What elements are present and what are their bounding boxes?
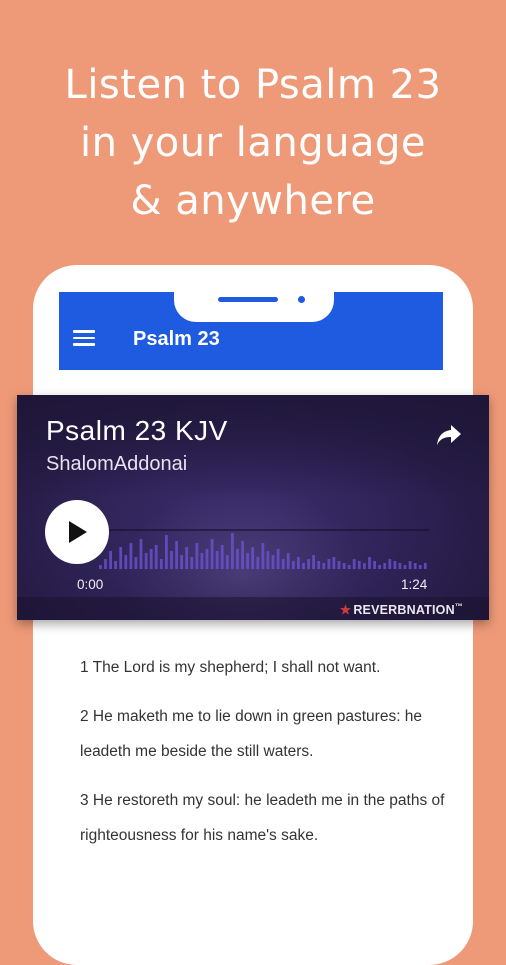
waveform-bar [418, 565, 422, 569]
verse: 2 He maketh me to lie down in green past… [80, 708, 423, 760]
waveform-bar [129, 543, 133, 569]
waveform-bar [261, 543, 265, 569]
waveform-bar [190, 557, 194, 569]
hamburger-menu-icon[interactable] [73, 330, 95, 346]
waveform-bar [246, 553, 249, 569]
reverbnation-logo[interactable]: ★ REVERBNATION™ [340, 602, 463, 617]
waveform-bar [413, 563, 417, 569]
waveform-bar [165, 535, 168, 569]
verse: 3 He restoreth my soul: he leadeth me in… [80, 792, 445, 844]
waveform-bar [332, 557, 336, 569]
waveform-bar [312, 555, 315, 569]
promo-line-2: in your language [79, 120, 427, 166]
play-icon [69, 521, 87, 543]
promo-line-3: & anywhere [130, 178, 376, 224]
waveform-bar [281, 559, 285, 569]
promo-line-1: Listen to Psalm 23 [64, 62, 442, 108]
front-camera [298, 296, 305, 303]
waveform-bar [215, 551, 219, 569]
waveform-bar [241, 541, 244, 569]
waveform-bar [200, 553, 204, 569]
waveform-bar [180, 555, 183, 569]
waveform-bar [159, 559, 163, 569]
waveform-bar [322, 563, 326, 569]
waveform-bar [134, 557, 138, 569]
psalm-text: 1 The Lord is my shepherd; I shall not w… [80, 650, 460, 853]
waveform-bar [109, 551, 112, 569]
waveform-bar [149, 549, 153, 569]
waveform-bar [363, 563, 366, 569]
waveform-bar [302, 563, 305, 569]
waveform-bar [342, 563, 346, 569]
app-bar-title: Psalm 23 [133, 328, 220, 350]
waveform-bar [347, 565, 351, 569]
waveform-bar [368, 557, 371, 569]
speaker-grille [218, 297, 278, 302]
total-time: 1:24 [401, 577, 428, 592]
waveform-bar [357, 561, 361, 569]
waveform-bar [220, 545, 224, 569]
waveform-bar [408, 561, 412, 569]
waveform-bar [195, 543, 199, 569]
waveform-bar [99, 565, 102, 569]
waveform-bar [327, 559, 331, 569]
waveform-bar [337, 561, 341, 569]
waveform-bar [266, 551, 270, 569]
waveform-bar [251, 547, 255, 569]
phone-notch [174, 292, 334, 322]
waveform-bar [119, 547, 123, 569]
waveform-bar [393, 561, 397, 569]
verse: 1 The Lord is my shepherd; I shall not w… [80, 659, 381, 676]
waveform-bar [317, 561, 321, 569]
waveform-bar [388, 559, 392, 569]
waveform-bar [175, 541, 178, 569]
waveform-bar [307, 559, 310, 569]
waveform-bar [124, 555, 128, 569]
waveform-bar [104, 559, 107, 569]
audio-player: Psalm 23 KJV ShalomAddonai 0:00 1:24 ★ RE… [17, 395, 489, 620]
waveform-bar [185, 547, 189, 569]
play-button[interactable] [45, 500, 109, 564]
waveform-bar [403, 565, 407, 569]
waveform-bar [144, 553, 148, 569]
waveform-bar [373, 561, 376, 569]
waveform-bar [297, 557, 300, 569]
waveform-bar [154, 545, 158, 569]
waveform-bar [210, 539, 214, 569]
waveform[interactable] [99, 527, 429, 577]
waveform-bar [231, 533, 234, 569]
waveform-bar [286, 553, 290, 569]
waveform-bar [139, 539, 143, 569]
waveform-bar [423, 563, 427, 569]
share-icon[interactable] [435, 423, 463, 447]
waveform-bar [205, 549, 209, 569]
star-icon: ★ [339, 603, 352, 618]
promo-headline: Listen to Psalm 23 in your language & an… [0, 56, 506, 230]
waveform-bar [291, 561, 295, 569]
waveform-bar [256, 557, 260, 569]
waveform-bar [378, 565, 381, 569]
waveform-bar [276, 549, 280, 569]
waveform-bar [383, 563, 387, 569]
waveform-bar [170, 551, 173, 569]
waveform-bar [271, 555, 275, 569]
waveform-bar [225, 555, 229, 569]
current-time: 0:00 [77, 577, 104, 592]
artist-name[interactable]: ShalomAddonai [46, 453, 187, 476]
waveform-bar [352, 559, 356, 569]
waveform-bar [398, 563, 402, 569]
track-title: Psalm 23 KJV [46, 415, 228, 446]
waveform-bar [236, 549, 239, 569]
waveform-bar [114, 561, 117, 569]
